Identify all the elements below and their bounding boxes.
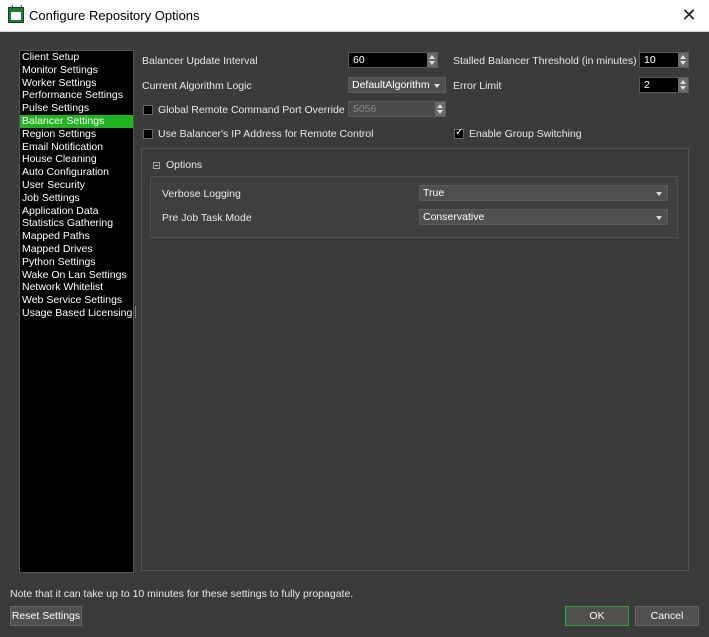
propagation-note: Note that it can take up to 10 minutes f… [10, 588, 354, 600]
sidebar-item-balancer-settings[interactable]: Balancer Settings [20, 114, 133, 128]
window-title: Configure Repository Options [29, 8, 200, 23]
chevron-down-icon [656, 216, 662, 220]
sidebar-item-performance-settings[interactable]: Performance Settings [20, 89, 133, 102]
error-limit-value: 2 [644, 79, 650, 91]
error-limit-label: Error Limit [453, 80, 502, 92]
sidebar-item-wake-on-lan-settings[interactable]: Wake On Lan Settings [20, 269, 133, 282]
group-switching-label: Enable Group Switching [469, 128, 582, 140]
remote-port-override-checkbox[interactable] [143, 105, 153, 115]
sidebar-item-auto-configuration[interactable]: Auto Configuration [20, 166, 133, 179]
sidebar-item-network-whitelist[interactable]: Network Whitelist [20, 281, 133, 294]
title-bar: Configure Repository Options ✕ [0, 0, 709, 32]
use-balancer-ip-label: Use Balancer's IP Address for Remote Con… [158, 128, 374, 140]
close-icon[interactable]: ✕ [669, 0, 709, 31]
group-switching-checkbox[interactable] [454, 127, 464, 139]
settings-category-list[interactable]: Client Setup Monitor Settings Worker Set… [19, 50, 134, 573]
sidebar-item-statistics-gathering[interactable]: Statistics Gathering [20, 217, 133, 230]
pre-job-task-mode-label: Pre Job Task Mode [162, 212, 252, 224]
reset-settings-button[interactable]: Reset Settings [10, 606, 82, 626]
collapse-icon[interactable] [153, 162, 160, 169]
sidebar-item-user-security[interactable]: User Security [20, 179, 133, 192]
stalled-threshold-value: 10 [644, 54, 656, 66]
sidebar-item-web-service-settings[interactable]: Web Service Settings [20, 294, 133, 307]
verbose-logging-dropdown[interactable]: True [419, 185, 668, 201]
pre-job-task-mode-value: Conservative [423, 211, 485, 223]
ok-button[interactable]: OK [565, 606, 629, 626]
sidebar-item-client-setup[interactable]: Client Setup [20, 51, 133, 64]
sidebar-item-monitor-settings[interactable]: Monitor Settings [20, 64, 133, 77]
algorithm-label: Current Algorithm Logic [142, 80, 252, 92]
spin-arrows-icon [435, 102, 445, 116]
pre-job-task-mode-dropdown[interactable]: Conservative [419, 209, 668, 225]
sidebar-item-house-cleaning[interactable]: House Cleaning [20, 153, 133, 166]
stalled-threshold-spinbox[interactable]: 10 [639, 52, 689, 68]
update-interval-label: Balancer Update Interval [142, 55, 258, 67]
chevron-down-icon [656, 192, 662, 196]
error-limit-spinbox[interactable]: 2 [639, 77, 689, 93]
remote-port-override-label: Global Remote Command Port Override [158, 104, 345, 116]
sidebar-item-job-settings[interactable]: Job Settings [20, 192, 133, 205]
update-interval-value: 60 [353, 54, 365, 66]
sidebar-item-usage-based-licensing[interactable]: Usage Based Licensing [20, 307, 133, 320]
sidebar-item-worker-settings[interactable]: Worker Settings [20, 77, 133, 90]
verbose-logging-label: Verbose Logging [162, 188, 241, 200]
algorithm-dropdown[interactable]: DefaultAlgorithm [348, 77, 446, 93]
sidebar-item-pulse-settings[interactable]: Pulse Settings [20, 102, 133, 115]
stalled-threshold-label: Stalled Balancer Threshold (in minutes) [453, 55, 637, 67]
chevron-down-icon [434, 84, 440, 88]
app-icon [8, 7, 24, 23]
spin-arrows-icon[interactable] [678, 78, 688, 92]
use-balancer-ip-checkbox[interactable] [143, 129, 153, 139]
remote-port-spinbox: 5056 [348, 101, 446, 117]
options-header: Options [166, 159, 203, 171]
balancer-settings-panel: Balancer Update Interval 60 Stalled Bala… [141, 50, 689, 571]
sidebar-item-mapped-drives[interactable]: Mapped Drives [20, 243, 133, 256]
sidebar-item-python-settings[interactable]: Python Settings [20, 256, 133, 269]
sidebar-item-application-data[interactable]: Application Data [20, 205, 133, 218]
sidebar-item-email-notification[interactable]: Email Notification [20, 141, 133, 154]
splitter-handle[interactable] [135, 306, 136, 318]
spin-arrows-icon[interactable] [678, 53, 688, 67]
sidebar-item-region-settings[interactable]: Region Settings [20, 128, 133, 141]
cancel-button[interactable]: Cancel [635, 606, 699, 626]
update-interval-spinbox[interactable]: 60 [348, 52, 438, 68]
verbose-logging-value: True [423, 187, 445, 199]
spin-arrows-icon[interactable] [427, 53, 437, 67]
sidebar-item-mapped-paths[interactable]: Mapped Paths [20, 230, 133, 243]
algorithm-value: DefaultAlgorithm [352, 79, 430, 91]
remote-port-value: 5056 [353, 103, 377, 115]
